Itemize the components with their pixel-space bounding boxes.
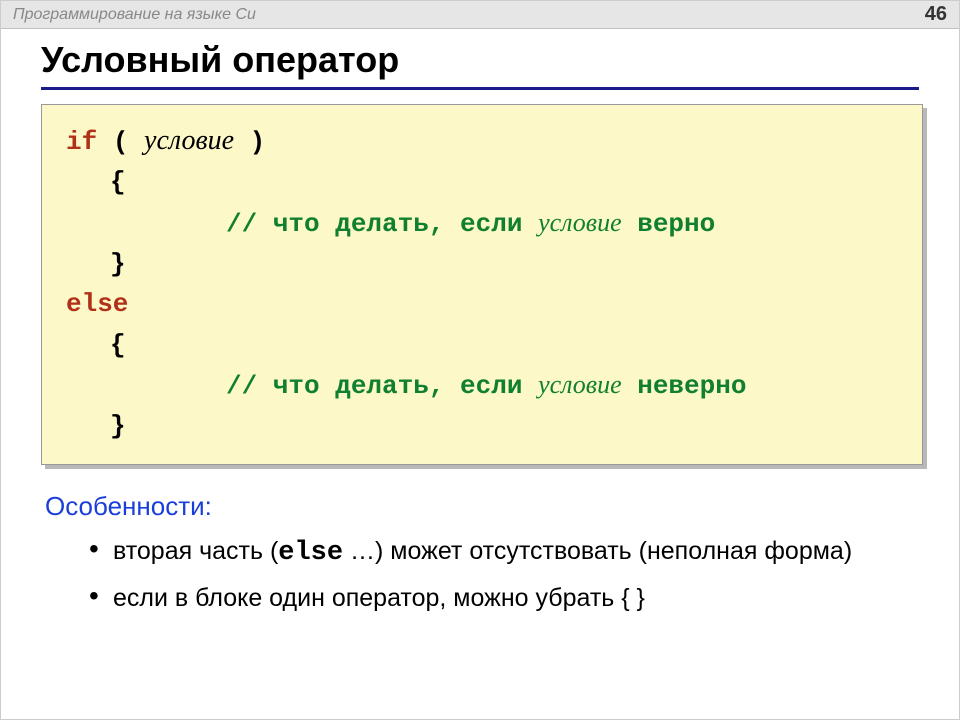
paren-close: ) — [250, 127, 266, 157]
keyword-if: if — [66, 127, 97, 157]
bullet-text: …) может отсутствовать (неполная форма) — [343, 537, 852, 565]
brace-close: } — [110, 249, 126, 279]
code-example: if ( условие ) { // что делать, если усл… — [41, 104, 923, 465]
comment-false-suffix: неверно — [622, 371, 747, 401]
features-heading: Особенности: — [45, 491, 919, 522]
comment-false-prefix: // что делать, если — [226, 371, 538, 401]
comment-true-cond: условие — [538, 208, 622, 237]
bullet-text: если в блоке один оператор, можно убрать… — [113, 584, 645, 612]
comment-true-suffix: верно — [622, 209, 716, 239]
features-list: вторая часть (else …) может отсутствоват… — [41, 534, 919, 615]
brace-open: { — [110, 167, 126, 197]
bullet-text: вторая часть ( — [113, 537, 278, 565]
list-item: вторая часть (else …) может отсутствоват… — [89, 534, 919, 572]
condition-placeholder: условие — [144, 125, 234, 156]
comment-true-prefix: // что делать, если — [226, 209, 538, 239]
course-title: Программирование на языке Си — [13, 6, 256, 24]
page-number: 46 — [925, 3, 947, 26]
brace-open: { — [110, 330, 126, 360]
inline-keyword-else: else — [278, 538, 343, 568]
paren-open: ( — [113, 127, 129, 157]
keyword-else: else — [66, 289, 128, 319]
brace-close: } — [110, 411, 126, 441]
header-bar: Программирование на языке Си 46 — [1, 1, 959, 29]
list-item: если в блоке один оператор, можно убрать… — [89, 581, 919, 616]
slide-content: Условный оператор if ( условие ) { // чт… — [1, 29, 959, 653]
comment-false-cond: условие — [538, 370, 622, 399]
page-title: Условный оператор — [41, 39, 919, 90]
